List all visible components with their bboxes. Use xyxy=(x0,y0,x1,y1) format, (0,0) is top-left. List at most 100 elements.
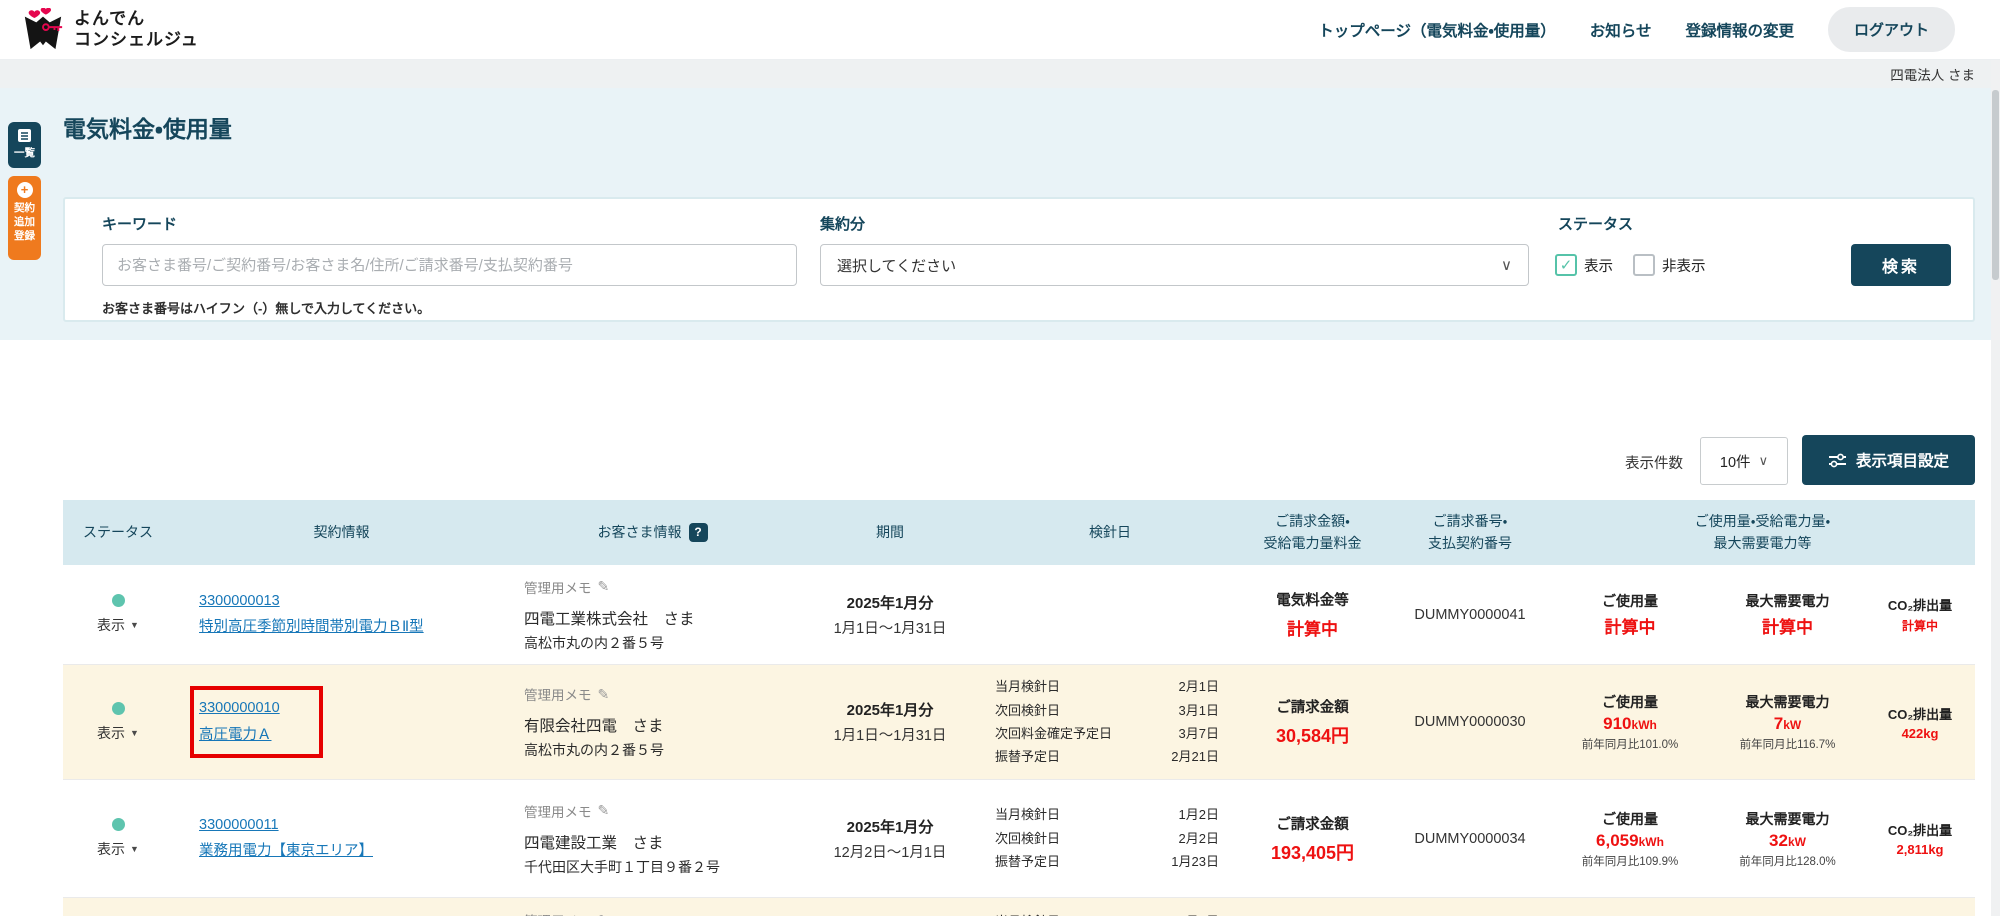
usage-value: 6,059kWh xyxy=(1596,831,1664,851)
plus-icon: + xyxy=(17,182,33,198)
nav-top-page[interactable]: トップページ（電気料金・使用量） xyxy=(1318,19,1555,41)
caret-down-icon: ▼ xyxy=(130,728,139,738)
period-month: 2025年1月分 xyxy=(847,816,934,837)
sidebar-add-contract-button[interactable]: + 契約 追加 登録 xyxy=(8,176,41,260)
edit-memo-icon[interactable]: ✎ xyxy=(598,686,610,703)
contract-number-link[interactable]: 3300000011 xyxy=(199,814,279,837)
period-month: 2025年1月分 xyxy=(847,699,934,720)
status-label: ステータス xyxy=(1558,213,1633,234)
meter-dates: 当月検針日1月2日 xyxy=(985,898,1235,916)
sliders-icon xyxy=(1828,453,1847,468)
customer-address: 高松市丸の内２番５号 xyxy=(524,740,664,760)
usage-value: 計算中 xyxy=(1605,613,1656,638)
table-row: 表示 ▼ 3300000013 特別高圧季節別時間帯別電力ＢⅡ型 管理用メモ ✎… xyxy=(63,565,1975,665)
display-count-label: 表示件数 xyxy=(1625,452,1683,473)
nav-account-settings[interactable]: 登録情報の変更 xyxy=(1685,19,1794,41)
sidebar-list-button[interactable]: 一覧 xyxy=(8,122,41,168)
brand[interactable]: よんでん コンシェルジュ xyxy=(20,8,199,52)
memo-row: 管理用メモ ✎ xyxy=(524,684,609,704)
amount-value: 193,405円 xyxy=(1271,839,1354,865)
demand-title: 最大需要電力 xyxy=(1746,809,1830,829)
status-dot xyxy=(112,702,125,715)
edit-memo-icon[interactable]: ✎ xyxy=(598,578,610,595)
memo-row: 管理用メモ ✎ xyxy=(524,801,609,821)
scrollbar-thumb[interactable] xyxy=(1992,90,1999,280)
yonden-logo xyxy=(20,8,66,52)
co2-title: CO₂排出量 xyxy=(1888,704,1952,723)
amount-value: 30,584円 xyxy=(1276,722,1349,748)
invoice-number: DUMMY0000041 xyxy=(1414,607,1525,623)
search-button[interactable]: 検索 xyxy=(1851,244,1951,286)
demand-title: 最大需要電力 xyxy=(1746,591,1830,611)
col-header-contract: 契約情報 xyxy=(173,500,510,565)
meter-dates: 当月検針日2月1日 次回検針日3月1日 次回料金確定予定日3月7日 振替予定日2… xyxy=(985,665,1235,779)
co2-value: 計算中 xyxy=(1902,617,1938,634)
user-name: 四電法人 さま xyxy=(1890,64,1975,84)
amount-value: 計算中 xyxy=(1287,615,1338,640)
col-header-meter-date: 検針日 xyxy=(985,500,1235,565)
group-label: 集約分 xyxy=(820,213,865,234)
col-header-status: ステータス xyxy=(63,500,173,565)
caret-down-icon: ▼ xyxy=(130,844,139,854)
keyword-note: お客さま番号はハイフン（-）無しで入力してください。 xyxy=(102,298,430,317)
chevron-down-icon: ∨ xyxy=(1501,256,1512,274)
contract-plan-link[interactable]: 高圧電力Ａ xyxy=(199,724,272,747)
co2-value: 2,811kg xyxy=(1897,842,1944,857)
memo-row: 管理用メモ ✎ xyxy=(524,577,609,597)
demand-yoy: 前年同月比128.0% xyxy=(1739,853,1836,869)
nav-notices[interactable]: お知らせ xyxy=(1590,19,1652,41)
demand-title: 最大需要電力 xyxy=(1746,692,1830,712)
contract-plan-link[interactable]: 業務用電力【東京エリア】 xyxy=(199,840,373,863)
billing-table: ステータス 契約情報 お客さま情報 ? 期間 検針日 ご請求金額・受給電力量料金… xyxy=(63,500,1975,916)
amount-title: ご請求金額 xyxy=(1276,813,1349,834)
table-row: 管理用メモ ✎ 当月検針日1月2日 xyxy=(63,898,1975,916)
display-settings-button[interactable]: 表示項目設定 xyxy=(1802,435,1975,485)
col-header-usage: ご使用量・受給電力量・最大需要電力等 xyxy=(1550,500,1975,565)
status-toggle[interactable]: 表示 ▼ xyxy=(97,839,139,859)
customer-name: 有限会社四電 さま xyxy=(524,714,664,736)
table-header-row: ステータス 契約情報 お客さま情報 ? 期間 検針日 ご請求金額・受給電力量料金… xyxy=(63,500,1975,565)
keyword-label: キーワード xyxy=(102,213,177,234)
checkbox-hide[interactable]: 非表示 xyxy=(1633,254,1706,276)
invoice-number: DUMMY0000030 xyxy=(1414,714,1525,730)
invoice-number: DUMMY0000034 xyxy=(1414,831,1525,847)
usage-value: 910kWh xyxy=(1603,714,1657,734)
col-header-amount: ご請求金額・受給電力量料金 xyxy=(1235,500,1390,565)
customer-address: 千代田区大手町１丁目９番２号 xyxy=(524,857,720,877)
table-row: 表示 ▼ 3300000010 高圧電力Ａ 管理用メモ ✎ 有限会社四電 さま … xyxy=(63,665,1975,780)
chevron-down-icon: ∨ xyxy=(1759,453,1769,469)
status-checkboxes: ✓ 表示 非表示 xyxy=(1555,254,1706,276)
contract-plan-link[interactable]: 特別高圧季節別時間帯別電力ＢⅡ型 xyxy=(199,616,424,639)
checkbox-unchecked-icon xyxy=(1633,254,1655,276)
contract-number-link[interactable]: 3300000010 xyxy=(199,697,280,720)
display-count-select[interactable]: 10件 ∨ xyxy=(1700,437,1788,485)
status-toggle[interactable]: 表示 ▼ xyxy=(97,723,139,743)
edit-memo-icon[interactable]: ✎ xyxy=(598,912,610,916)
checkbox-show[interactable]: ✓ 表示 xyxy=(1555,254,1613,276)
usage-yoy: 前年同月比109.9% xyxy=(1582,853,1679,869)
help-icon[interactable]: ? xyxy=(689,523,708,542)
usage-title: ご使用量 xyxy=(1602,809,1658,829)
period-month: 2025年1月分 xyxy=(847,592,934,613)
usage-title: ご使用量 xyxy=(1602,692,1658,712)
period-range: 1月1日～1月31日 xyxy=(834,724,947,745)
co2-title: CO₂排出量 xyxy=(1888,820,1952,839)
contract-number-link[interactable]: 3300000013 xyxy=(199,590,280,613)
status-toggle[interactable]: 表示 ▼ xyxy=(97,615,139,635)
amount-title: ご請求金額 xyxy=(1276,696,1349,717)
edit-memo-icon[interactable]: ✎ xyxy=(598,802,610,819)
keyword-input[interactable] xyxy=(102,244,797,286)
user-band: 四電法人 さま xyxy=(0,60,2000,88)
period-range: 12月2日～1月1日 xyxy=(834,841,947,862)
top-bar: よんでん コンシェルジュ トップページ（電気料金・使用量） お知らせ 登録情報の… xyxy=(0,0,2000,60)
co2-value: 422kg xyxy=(1902,726,1939,741)
status-dot xyxy=(112,594,125,607)
group-select[interactable]: 選択してください ∨ xyxy=(820,244,1529,286)
meter-dates: 当月検針日1月2日 次回検針日2月2日 振替予定日1月23日 xyxy=(985,780,1235,897)
caret-down-icon: ▼ xyxy=(130,620,139,630)
logout-button[interactable]: ログアウト xyxy=(1828,7,1955,52)
col-header-customer: お客さま情報 ? xyxy=(510,500,795,565)
status-dot xyxy=(112,818,125,831)
col-header-period: 期間 xyxy=(795,500,985,565)
amount-title: 電気料金等 xyxy=(1276,589,1349,610)
